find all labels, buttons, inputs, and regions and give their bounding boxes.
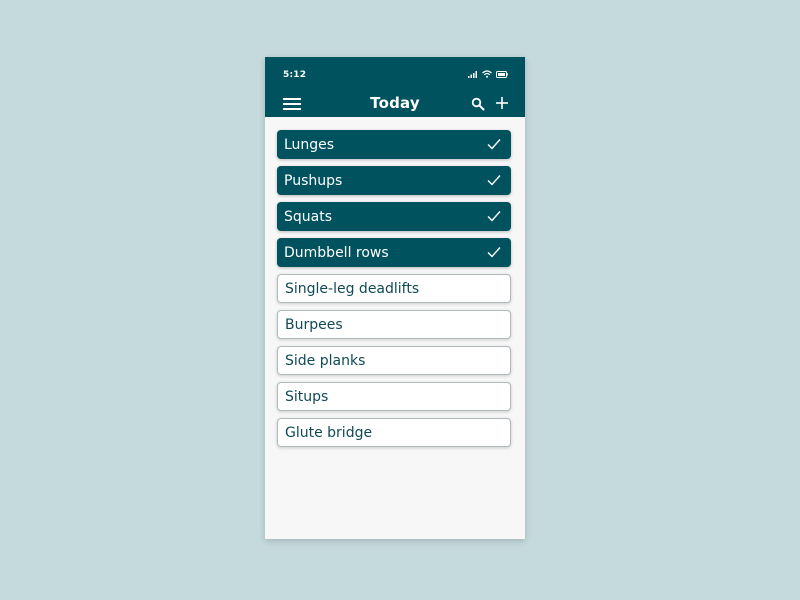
exercise-label: Pushups (284, 172, 343, 189)
exercise-list: Lunges Pushups Squats Dumbbell rows Sing… (277, 130, 511, 454)
battery-icon (496, 70, 508, 78)
exercise-label: Squats (284, 208, 333, 225)
check-icon (487, 247, 501, 258)
exercise-item-dumbbell-rows[interactable]: Dumbbell rows (277, 238, 511, 267)
exercise-item-single-leg-deadlifts[interactable]: Single-leg deadlifts (277, 274, 511, 303)
plus-icon (496, 97, 508, 109)
exercise-label: Burpees (285, 316, 343, 333)
exercise-item-pushups[interactable]: Pushups (277, 166, 511, 195)
exercise-item-side-planks[interactable]: Side planks (277, 346, 511, 375)
exercise-item-burpees[interactable]: Burpees (277, 310, 511, 339)
exercise-item-lunges[interactable]: Lunges (277, 130, 511, 159)
search-icon (471, 97, 485, 111)
exercise-label: Dumbbell rows (284, 244, 389, 261)
phone-screen: 5:12 Today Lunges Pushups Squats Dumbbel… (265, 57, 525, 539)
check-icon (487, 139, 501, 150)
app-bar: 5:12 Today (265, 57, 525, 117)
check-icon (487, 211, 501, 222)
exercise-label: Situps (285, 388, 329, 405)
status-icons (468, 69, 508, 79)
exercise-item-situps[interactable]: Situps (277, 382, 511, 411)
wifi-icon (482, 70, 492, 78)
status-time: 5:12 (283, 70, 307, 80)
exercise-label: Single-leg deadlifts (285, 280, 420, 297)
exercise-item-glute-bridge[interactable]: Glute bridge (277, 418, 511, 447)
exercise-label: Side planks (285, 352, 366, 369)
page-title: Today (370, 94, 420, 112)
exercise-label: Glute bridge (285, 424, 373, 441)
exercise-label: Lunges (284, 136, 335, 153)
signal-icon (468, 70, 477, 78)
search-button[interactable] (471, 96, 485, 111)
check-icon (487, 175, 501, 186)
exercise-item-squats[interactable]: Squats (277, 202, 511, 231)
add-button[interactable] (494, 95, 510, 111)
